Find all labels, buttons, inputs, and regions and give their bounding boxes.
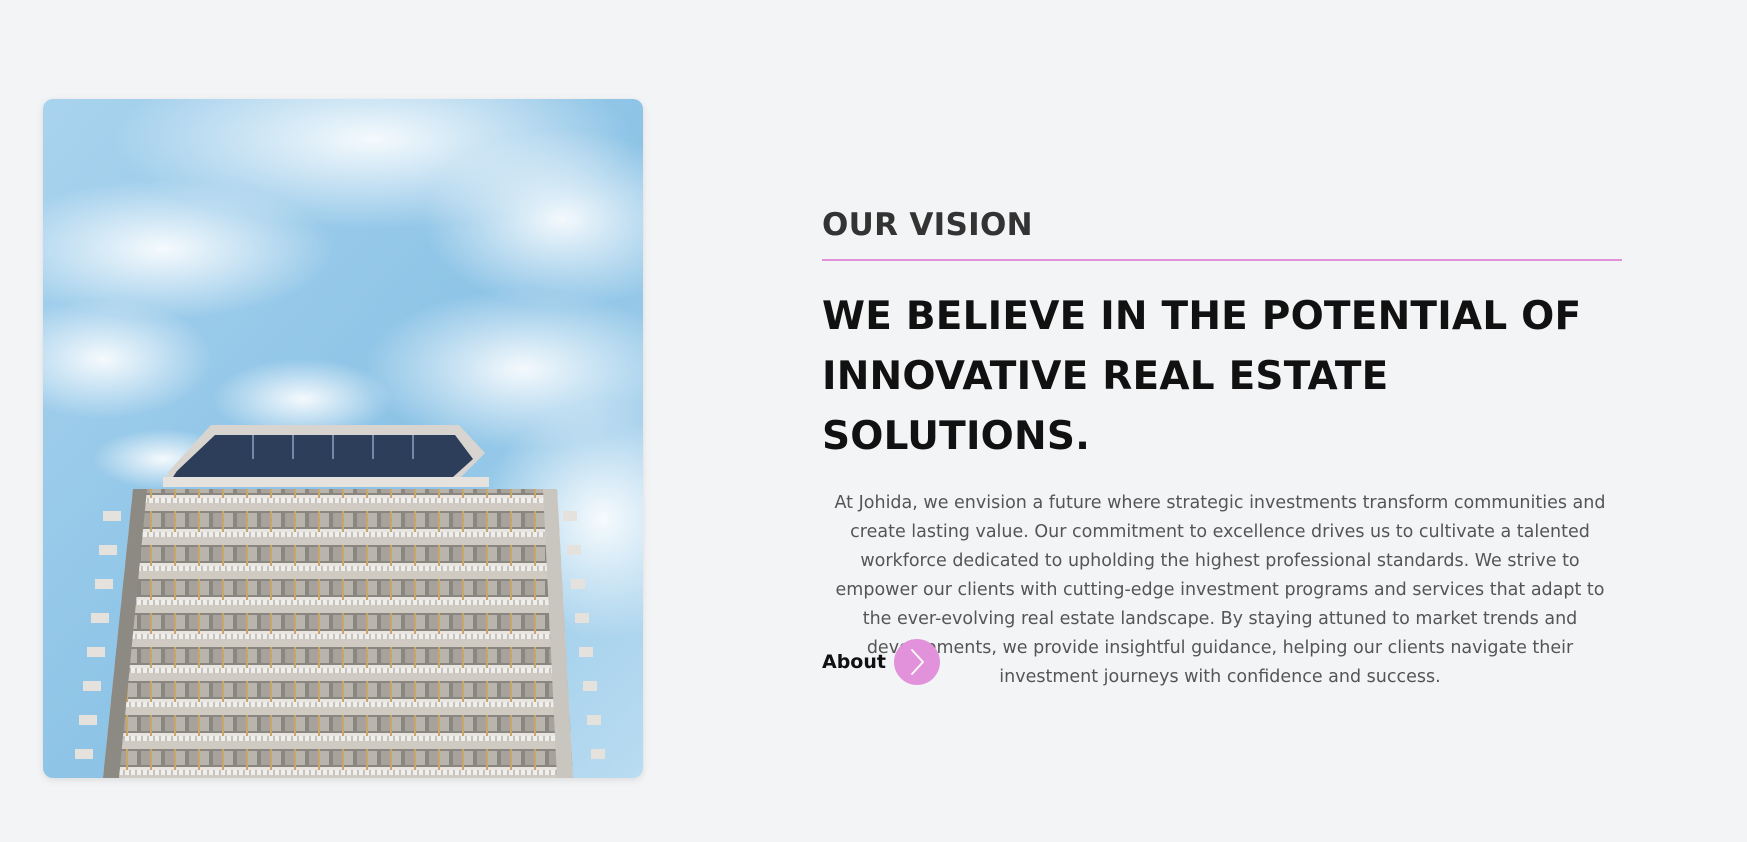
about-button-label: About — [822, 651, 886, 673]
building-photo — [43, 99, 643, 778]
vision-section: OUR VISION WE BELIEVE IN THE POTENTIAL O… — [0, 0, 1747, 842]
vision-description: At Johida, we envision a future where st… — [834, 493, 1606, 687]
vision-content: OUR VISION WE BELIEVE IN THE POTENTIAL O… — [822, 204, 1623, 692]
about-button[interactable]: About — [822, 639, 940, 685]
chevron-right-icon[interactable] — [893, 639, 940, 685]
vision-headline: WE BELIEVE IN THE POTENTIAL OF INNOVATIV… — [822, 294, 1582, 459]
accent-divider — [822, 259, 1622, 261]
section-eyebrow: OUR VISION — [822, 207, 1033, 243]
